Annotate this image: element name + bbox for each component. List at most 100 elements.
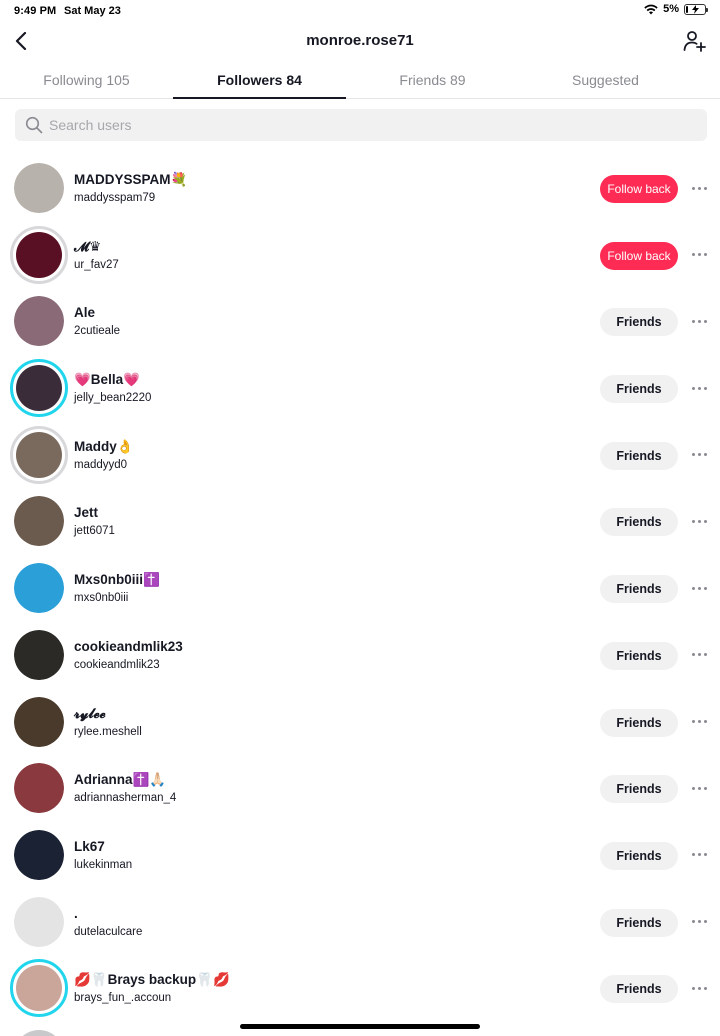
tab-friends[interactable]: Friends 89	[346, 62, 519, 98]
friends-button[interactable]: Friends	[600, 841, 678, 870]
friends-button[interactable]: Friends	[600, 908, 678, 937]
status-bar: 9:49 PM Sat May 23 5%	[0, 0, 720, 22]
friends-button[interactable]: Friends	[600, 575, 678, 604]
avatar[interactable]	[14, 629, 64, 680]
user-display-name[interactable]: cookieandmlik23	[74, 639, 183, 654]
friends-button[interactable]: Friends	[600, 375, 678, 404]
avatar[interactable]	[14, 496, 64, 547]
follower-row[interactable]: Ale 2cutieale Friends	[0, 288, 720, 355]
tab-following[interactable]: Following 105	[0, 62, 173, 98]
user-display-name[interactable]: 𝓻𝔂𝓵𝓮𝓮	[74, 706, 106, 722]
more-options-icon[interactable]	[690, 648, 708, 662]
follower-row[interactable]: Jett jett6071 Friends	[0, 488, 720, 555]
follower-row[interactable]: Lk67 lukekinman Friends	[0, 822, 720, 889]
follower-row[interactable]: 💗Bella💗 jelly_bean2220 Friends	[0, 355, 720, 422]
user-display-name[interactable]: 💗Bella💗	[74, 372, 140, 388]
user-handle[interactable]: ur_fav27	[74, 259, 119, 271]
user-handle[interactable]: mxs0nb0iii	[74, 592, 128, 604]
avatar[interactable]	[14, 163, 64, 213]
home-indicator[interactable]	[240, 1024, 480, 1029]
avatar[interactable]	[10, 425, 68, 484]
page-title: monroe.rose71	[306, 32, 414, 49]
followers-list: MADDYSSPAM💐 maddysspam79 Follow back 𝓜♛ ur_f…	[0, 155, 720, 1022]
avatar-image	[14, 496, 64, 547]
avatar-image	[14, 563, 64, 614]
follower-row[interactable]: Mxs0nb0iii✝️ mxs0nb0iii Friends	[0, 555, 720, 622]
more-options-icon[interactable]	[690, 314, 708, 328]
avatar[interactable]	[10, 359, 68, 418]
follow-back-button[interactable]: Follow back	[600, 175, 678, 203]
user-handle[interactable]: maddysspam79	[74, 192, 155, 204]
user-display-name[interactable]: 𝓜♛	[74, 239, 101, 255]
avatar[interactable]	[14, 696, 64, 747]
add-user-button[interactable]	[680, 26, 710, 56]
more-options-icon[interactable]	[690, 381, 708, 395]
friends-button[interactable]: Friends	[600, 708, 678, 737]
avatar-image	[14, 829, 64, 880]
follower-row[interactable]: Maddy👌 maddyyd0 Friends	[0, 422, 720, 489]
user-handle[interactable]: jett6071	[74, 525, 115, 537]
user-handle[interactable]: rylee.meshell	[74, 726, 142, 738]
add-user-icon	[683, 31, 706, 52]
avatar[interactable]	[14, 296, 64, 347]
friends-button[interactable]: Friends	[600, 775, 678, 804]
friends-button[interactable]: Friends	[600, 641, 678, 670]
avatar[interactable]	[10, 959, 68, 1018]
follower-row[interactable]: cookieandmlik23 cookieandmlik23 Friends	[0, 622, 720, 689]
avatar[interactable]	[10, 225, 68, 284]
user-handle[interactable]: brays_fun_.accoun	[74, 992, 171, 1004]
more-options-icon[interactable]	[690, 981, 708, 995]
follower-row[interactable]: 💋🦷Brays backup🦷💋 brays_fun_.accoun Friends	[0, 955, 720, 1022]
follower-row[interactable]: Adrianna✝️🙏🏻 adriannasherman_4 Friends	[0, 755, 720, 822]
user-display-name[interactable]: .	[74, 906, 78, 921]
friends-button[interactable]: Friends	[600, 441, 678, 470]
follow-back-button[interactable]: Follow back	[600, 241, 678, 270]
more-options-icon[interactable]	[690, 848, 708, 862]
avatar[interactable]	[14, 829, 64, 880]
avatar-image	[14, 763, 64, 814]
avatar[interactable]	[14, 1030, 64, 1036]
follow-tabs: Following 105 Followers 84 Friends 89 Su…	[0, 62, 720, 99]
user-display-name[interactable]: 💋🦷Brays backup🦷💋	[74, 972, 230, 988]
more-options-icon[interactable]	[690, 781, 708, 795]
avatar[interactable]	[14, 763, 64, 814]
more-options-icon[interactable]	[690, 448, 708, 462]
avatar-image	[16, 231, 62, 278]
more-options-icon[interactable]	[690, 181, 708, 195]
more-options-icon[interactable]	[690, 248, 708, 262]
more-options-icon[interactable]	[690, 715, 708, 729]
user-display-name[interactable]: Maddy👌	[74, 439, 134, 455]
user-handle[interactable]: cookieandmlik23	[74, 659, 160, 671]
user-handle[interactable]: maddyyd0	[74, 459, 127, 471]
more-options-icon[interactable]	[690, 581, 708, 595]
friends-button[interactable]: Friends	[600, 308, 678, 337]
user-handle[interactable]: dutelaculcare	[74, 926, 142, 938]
status-right: 5%	[644, 3, 708, 15]
follower-row[interactable]: . dutelaculcare Friends	[0, 889, 720, 956]
more-options-icon[interactable]	[690, 514, 708, 528]
tab-suggested[interactable]: Suggested	[519, 62, 692, 98]
user-display-name[interactable]: Jett	[74, 505, 98, 520]
user-display-name[interactable]: Mxs0nb0iii✝️	[74, 572, 160, 588]
status-time: 9:49 PM	[14, 5, 57, 17]
header: monroe.rose71	[0, 22, 720, 62]
user-display-name[interactable]: Ale	[74, 305, 95, 320]
follower-row[interactable]: MADDYSSPAM💐 maddysspam79 Follow back	[0, 155, 720, 222]
friends-button[interactable]: Friends	[600, 508, 678, 537]
user-display-name[interactable]: Lk67	[74, 839, 105, 854]
avatar[interactable]	[14, 896, 64, 947]
avatar[interactable]	[14, 563, 64, 614]
friends-button[interactable]: Friends	[600, 975, 678, 1004]
follower-row[interactable]: 𝓻𝔂𝓵𝓮𝓮 rylee.meshell Friends	[0, 689, 720, 756]
user-handle[interactable]: lukekinman	[74, 859, 132, 871]
user-display-name[interactable]: MADDYSSPAM💐	[74, 172, 187, 188]
user-handle[interactable]: 2cutieale	[74, 325, 120, 337]
search-input[interactable]	[49, 117, 707, 133]
search-bar[interactable]	[15, 109, 707, 141]
user-handle[interactable]: adriannasherman_4	[74, 792, 176, 804]
tab-followers[interactable]: Followers 84	[173, 62, 346, 99]
user-handle[interactable]: jelly_bean2220	[74, 392, 151, 404]
follower-row[interactable]: 𝓜♛ ur_fav27 Follow back	[0, 222, 720, 289]
more-options-icon[interactable]	[690, 915, 708, 929]
user-display-name[interactable]: Adrianna✝️🙏🏻	[74, 772, 166, 788]
